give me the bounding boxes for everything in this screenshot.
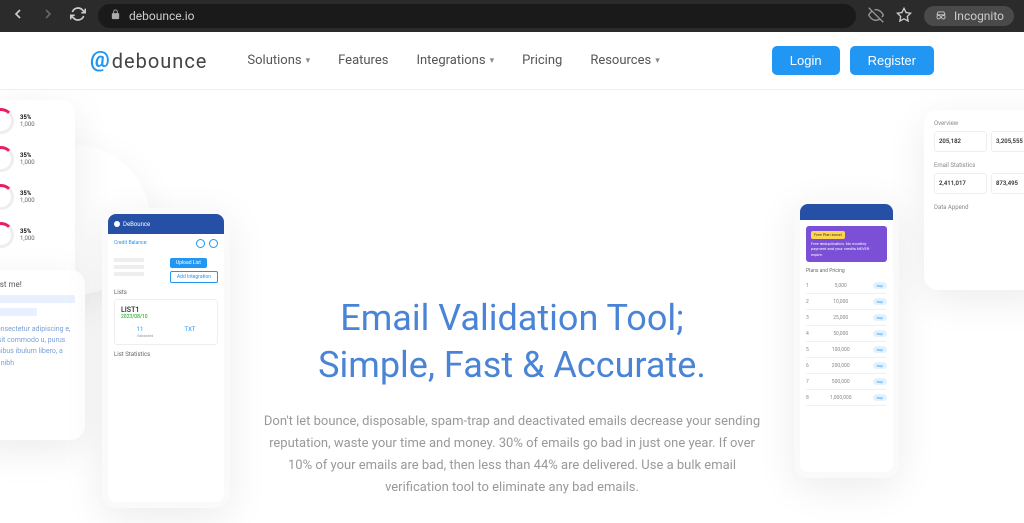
chevron-down-icon: ▾ — [655, 56, 660, 66]
hero-section: 35%1,000 35%1,000 35%1,000 35%1,000 er, … — [0, 90, 1024, 523]
logo-text: debounce — [112, 49, 208, 73]
gear-icon — [209, 239, 218, 248]
title-line-2: Simple, Fast & Accurate. — [318, 344, 706, 386]
incognito-label: Incognito — [954, 9, 1004, 23]
mockup-card-text: em, consectetur adipiscing e, dolor sit … — [0, 324, 75, 369]
title-line-1: Email Validation Tool; — [340, 297, 683, 339]
mockup-phone-dashboard: DeBounce Credit Balance: Upload List Add… — [102, 208, 230, 508]
lock-icon — [110, 9, 121, 23]
mockup-phone-pricing: Free Plan boost Free deduplication. No m… — [794, 198, 899, 478]
nav-label: Features — [338, 53, 388, 68]
site-header: @ debounce Solutions ▾ Features Integrat… — [0, 32, 1024, 90]
chevron-down-icon: ▾ — [490, 56, 495, 66]
nav-resources[interactable]: Resources ▾ — [590, 53, 659, 68]
url-text: debounce.io — [129, 9, 195, 23]
refresh-icon — [196, 239, 205, 248]
nav-integrations[interactable]: Integrations ▾ — [416, 53, 494, 68]
nav-label: Solutions — [247, 53, 301, 68]
browser-toolbar: debounce.io Incognito — [0, 0, 1024, 32]
eye-off-icon[interactable] — [868, 7, 884, 26]
url-bar[interactable]: debounce.io — [98, 4, 856, 28]
back-icon[interactable] — [10, 6, 26, 26]
mockup-card-title: er, trust me! — [0, 280, 75, 289]
nav-pricing[interactable]: Pricing — [522, 53, 562, 68]
chevron-down-icon: ▾ — [306, 56, 311, 66]
logo[interactable]: @ debounce — [90, 48, 207, 73]
reload-icon[interactable] — [70, 6, 86, 26]
login-button[interactable]: Login — [772, 46, 840, 75]
mockup-gauges: 35%1,000 35%1,000 35%1,000 35%1,000 — [0, 100, 75, 290]
nav-label: Resources — [590, 53, 651, 68]
mockup-text-card: er, trust me! em, consectetur adipiscing… — [0, 270, 85, 440]
nav-label: Pricing — [522, 53, 562, 68]
phone-brand: DeBounce — [123, 221, 150, 228]
register-button[interactable]: Register — [850, 46, 934, 75]
forward-icon[interactable] — [40, 6, 56, 26]
mockup-stats-card: Overview 205,182 3,205,555 Email Statist… — [924, 110, 1024, 290]
nav-solutions[interactable]: Solutions ▾ — [247, 53, 310, 68]
incognito-badge[interactable]: Incognito — [924, 6, 1014, 26]
star-icon[interactable] — [896, 7, 912, 26]
hero-description: Don't let bounce, disposable, spam-trap … — [242, 411, 782, 499]
nav-label: Integrations — [416, 53, 485, 68]
logo-at-symbol: @ — [90, 48, 110, 73]
hero-title: Email Validation Tool; Simple, Fast & Ac… — [242, 295, 782, 389]
nav-features[interactable]: Features — [338, 53, 388, 68]
